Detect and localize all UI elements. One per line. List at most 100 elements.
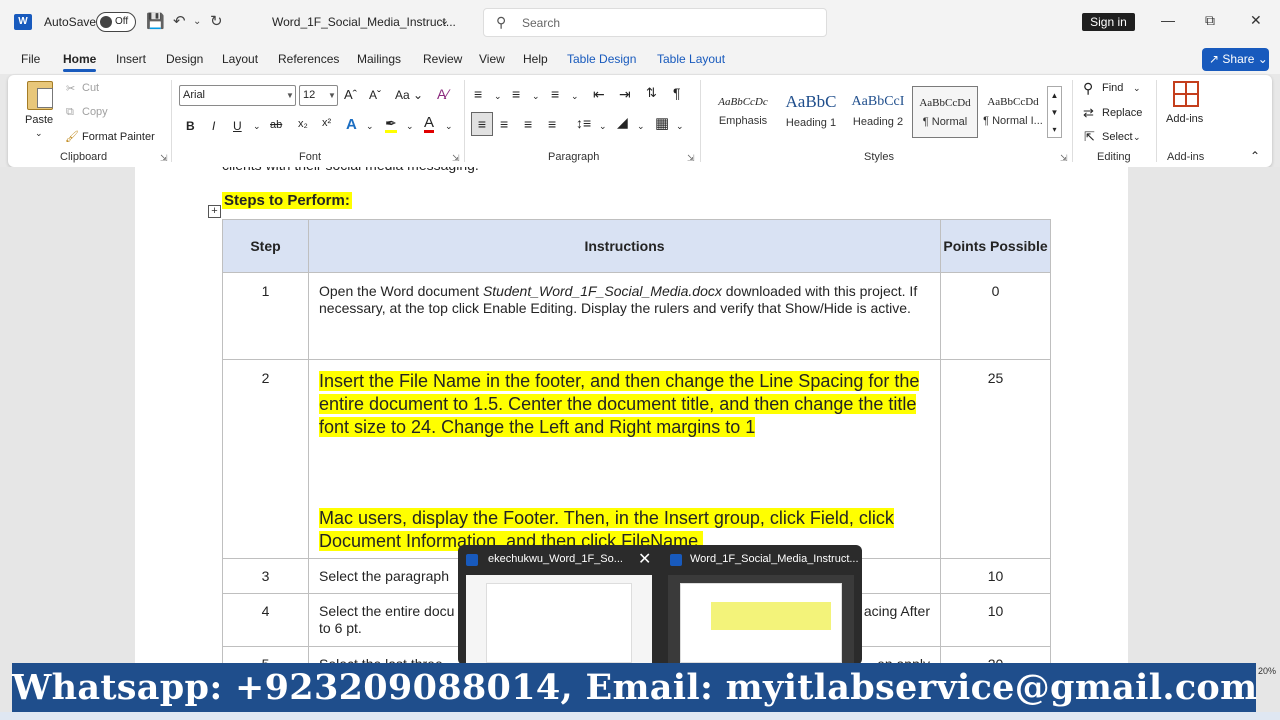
font-launcher-icon[interactable]: ⇲ bbox=[452, 153, 460, 164]
underline-icon[interactable]: U bbox=[233, 119, 242, 133]
find-dropdown-icon[interactable]: ⌄ bbox=[1133, 83, 1141, 94]
paragraph-launcher-icon[interactable]: ⇲ bbox=[687, 153, 695, 164]
line-spacing-icon[interactable]: ↕≡ bbox=[576, 115, 591, 131]
highlight-dropdown-icon[interactable]: ⌄ bbox=[406, 121, 414, 132]
font-size-dropdown-icon[interactable]: ▼ bbox=[328, 91, 336, 100]
header-step: Step bbox=[222, 219, 309, 273]
bold-icon[interactable]: B bbox=[186, 119, 195, 133]
numbering-dropdown-icon[interactable]: ⌄ bbox=[532, 91, 540, 102]
window-thumbnail[interactable] bbox=[466, 575, 652, 665]
multilevel-dropdown-icon[interactable]: ⌄ bbox=[571, 91, 579, 102]
select-button[interactable]: Select bbox=[1102, 131, 1133, 143]
minimize-icon[interactable]: — bbox=[1161, 12, 1175, 28]
shading-icon[interactable]: ◢ bbox=[617, 114, 628, 131]
table-move-handle-icon[interactable]: + bbox=[208, 205, 221, 218]
tab-view[interactable]: View bbox=[479, 52, 505, 66]
replace-button[interactable]: Replace bbox=[1102, 107, 1142, 119]
borders-icon[interactable]: ▦ bbox=[655, 114, 669, 132]
restore-icon[interactable]: ⧉ bbox=[1205, 12, 1215, 29]
thumbnail-page bbox=[680, 583, 842, 663]
close-icon[interactable]: ✕ bbox=[638, 549, 651, 569]
document-title[interactable]: Word_1F_Social_Media_Instruct... bbox=[272, 15, 456, 29]
style-normal-indent[interactable]: AaBbCcDd ¶ Normal I... bbox=[980, 86, 1046, 138]
chevron-down-icon[interactable]: ⌄ bbox=[440, 14, 449, 27]
window-thumbnail[interactable] bbox=[668, 575, 854, 665]
shrink-font-icon[interactable]: Aˇ bbox=[369, 88, 381, 102]
style-emphasis[interactable]: AaBbCcDc Emphasis bbox=[710, 86, 776, 138]
step-instructions[interactable]: Insert the File Name in the footer, and … bbox=[308, 359, 941, 559]
add-ins-button[interactable]: Add-ins bbox=[1166, 113, 1203, 125]
cut-button[interactable]: Cut bbox=[82, 82, 99, 94]
highlight-color-icon[interactable]: ✒ bbox=[385, 116, 397, 133]
bullets-icon[interactable]: ≡ bbox=[474, 86, 482, 102]
tab-layout[interactable]: Layout bbox=[222, 52, 258, 66]
show-hide-icon[interactable]: ¶ bbox=[673, 85, 681, 101]
paste-button[interactable]: Paste bbox=[25, 114, 53, 126]
add-ins-icon[interactable] bbox=[1173, 81, 1199, 107]
style-normal[interactable]: AaBbCcDd ¶ Normal bbox=[912, 86, 978, 138]
subscript-icon[interactable]: x₂ bbox=[298, 118, 308, 130]
text-effects-dropdown-icon[interactable]: ⌄ bbox=[366, 121, 374, 132]
line-spacing-dropdown-icon[interactable]: ⌄ bbox=[599, 121, 607, 132]
thumbnail-title[interactable]: ekechukwu_Word_1F_So... bbox=[488, 553, 628, 565]
tab-design[interactable]: Design bbox=[166, 52, 203, 66]
tab-table-layout[interactable]: Table Layout bbox=[657, 52, 725, 66]
align-center-icon[interactable]: ≡ bbox=[500, 116, 508, 132]
autosave-toggle[interactable]: Off bbox=[96, 12, 136, 32]
tab-file[interactable]: File bbox=[21, 52, 40, 66]
close-icon[interactable]: ✕ bbox=[1250, 12, 1262, 29]
multilevel-list-icon[interactable]: ≡ bbox=[551, 86, 559, 102]
sort-icon[interactable]: ⇅ bbox=[646, 85, 657, 101]
justify-icon[interactable]: ≡ bbox=[548, 116, 556, 132]
strikethrough-icon[interactable]: ab bbox=[270, 119, 282, 131]
format-painter-button[interactable]: Format Painter bbox=[82, 131, 155, 143]
undo-icon[interactable]: ↶ bbox=[173, 12, 186, 30]
find-button[interactable]: Find bbox=[1102, 82, 1123, 94]
underline-dropdown-icon[interactable]: ⌄ bbox=[253, 121, 261, 132]
tab-insert[interactable]: Insert bbox=[116, 52, 146, 66]
superscript-icon[interactable]: x² bbox=[322, 117, 331, 129]
font-name-dropdown-icon[interactable]: ▼ bbox=[286, 91, 294, 100]
paste-dropdown-icon[interactable]: ⌄ bbox=[35, 128, 43, 139]
select-dropdown-icon[interactable]: ⌄ bbox=[1133, 132, 1141, 143]
tab-table-design[interactable]: Table Design bbox=[567, 52, 636, 66]
bullets-dropdown-icon[interactable]: ⌄ bbox=[494, 91, 502, 102]
styles-launcher-icon[interactable]: ⇲ bbox=[1060, 153, 1068, 164]
sign-in-button[interactable]: Sign in bbox=[1082, 13, 1135, 31]
borders-dropdown-icon[interactable]: ⌄ bbox=[676, 121, 684, 132]
search-input[interactable]: ⚲ Search bbox=[483, 8, 827, 37]
shading-dropdown-icon[interactable]: ⌄ bbox=[637, 121, 645, 132]
collapse-ribbon-icon[interactable]: ⌃ bbox=[1250, 149, 1260, 163]
font-color-dropdown-icon[interactable]: ⌄ bbox=[445, 121, 453, 132]
paste-icon[interactable] bbox=[27, 81, 53, 110]
copy-button[interactable]: Copy bbox=[82, 106, 108, 118]
text-effects-icon[interactable]: A bbox=[346, 116, 357, 133]
font-name-field[interactable]: Arial bbox=[179, 85, 296, 106]
style-heading-2[interactable]: AaBbCcI Heading 2 bbox=[845, 86, 911, 138]
thumbnail-title[interactable]: Word_1F_Social_Media_Instruct... bbox=[690, 553, 858, 565]
grow-font-icon[interactable]: Aˆ bbox=[344, 87, 357, 102]
italic-icon[interactable]: I bbox=[212, 119, 215, 133]
clear-formatting-icon[interactable]: A∕ bbox=[437, 86, 449, 102]
style-heading-1[interactable]: AaBbC Heading 1 bbox=[778, 86, 844, 138]
tab-references[interactable]: References bbox=[278, 52, 339, 66]
step-instructions[interactable]: Open the Word document Student_Word_1F_S… bbox=[308, 272, 941, 360]
decrease-indent-icon[interactable]: ⇤ bbox=[593, 86, 605, 103]
share-button[interactable]: ↗ Share ⌄ bbox=[1202, 48, 1269, 71]
undo-dropdown-icon[interactable]: ⌄ bbox=[193, 16, 201, 27]
tab-home[interactable]: Home bbox=[63, 52, 97, 72]
tab-mailings[interactable]: Mailings bbox=[357, 52, 401, 66]
clipboard-launcher-icon[interactable]: ⇲ bbox=[160, 153, 168, 164]
tab-help[interactable]: Help bbox=[523, 52, 548, 66]
redo-icon[interactable]: ↻ bbox=[210, 12, 223, 30]
numbering-icon[interactable]: ≡ bbox=[512, 86, 520, 102]
align-left-icon[interactable]: ≡ bbox=[471, 112, 493, 136]
styles-gallery-scroll[interactable]: ▲ ▼ ▾ bbox=[1047, 86, 1062, 138]
change-case-button[interactable]: Aa ⌄ bbox=[395, 88, 423, 102]
font-color-icon[interactable]: A bbox=[424, 115, 435, 133]
save-icon[interactable]: 💾 bbox=[146, 12, 165, 30]
tab-review[interactable]: Review bbox=[423, 52, 462, 66]
style-name: Heading 1 bbox=[785, 117, 837, 129]
align-right-icon[interactable]: ≡ bbox=[524, 116, 532, 132]
increase-indent-icon[interactable]: ⇥ bbox=[619, 86, 631, 103]
